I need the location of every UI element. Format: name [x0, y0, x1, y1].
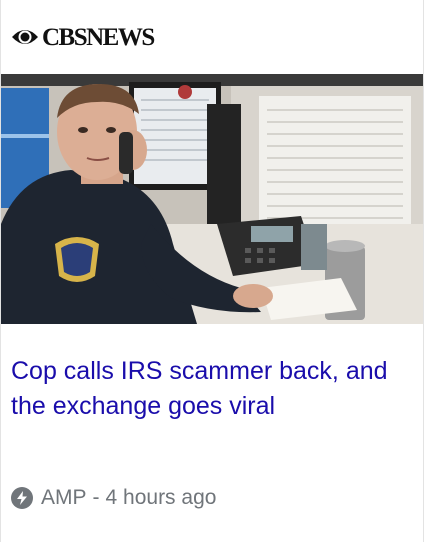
published-time: 4 hours ago — [105, 486, 217, 509]
publisher-logo: CBSNEWS — [11, 23, 155, 51]
publisher-name: CBSNEWS — [42, 23, 155, 51]
article-headline[interactable]: Cop calls IRS scammer back, and the exch… — [1, 324, 423, 424]
article-photo[interactable] — [1, 74, 423, 324]
amp-label: AMP — [41, 486, 87, 509]
publisher-header: CBSNEWS — [1, 0, 423, 74]
news-card[interactable]: CBSNEWS Cop calls IRS scammer back, and … — [0, 0, 424, 542]
cbs-eye-icon — [11, 26, 39, 48]
amp-lightning-icon — [11, 487, 33, 509]
article-meta: AMP - 4 hours ago — [11, 486, 216, 510]
meta-separator: - — [92, 486, 100, 509]
